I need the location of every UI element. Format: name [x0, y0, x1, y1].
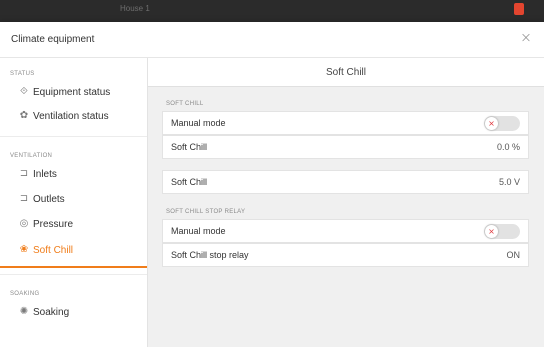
sidebar-item-soaking[interactable]: ✺ Soaking — [0, 302, 147, 326]
sidebar-section-soaking: SOAKING — [10, 291, 40, 297]
manual-mode-row: Manual mode × — [162, 111, 529, 135]
soaking-icon: ✺ — [19, 306, 29, 317]
sidebar-section-status: STATUS — [10, 71, 35, 77]
row-label: Manual mode — [171, 118, 226, 128]
sidebar-item-label: Pressure — [33, 219, 74, 230]
window-title: House 1 — [120, 4, 150, 13]
soft-chill-voltage-row: Soft Chill 5.0 V — [162, 170, 529, 194]
group-label-soft-chill: SOFT CHILL — [166, 101, 204, 107]
soft-chill-percent-row: Soft Chill 0.0 % — [162, 135, 529, 159]
dialog-title: Climate equipment — [11, 34, 95, 45]
equipment-icon: ⟐ — [20, 86, 28, 97]
sidebar-section-ventilation: VENTILATION — [10, 153, 53, 159]
dialog-header: Climate equipment × — [0, 22, 544, 58]
close-icon[interactable]: × — [518, 30, 534, 46]
sidebar-item-label: Soft Chill — [33, 245, 74, 256]
sidebar-item-label: Soaking — [33, 307, 70, 318]
sidebar-item-label: Equipment status — [33, 87, 111, 98]
row-label: Soft Chill stop relay — [171, 250, 249, 260]
sidebar-divider — [0, 274, 147, 275]
sidebar-item-equipment-status[interactable]: ⟐ Equipment status — [0, 82, 147, 106]
toggle-off-icon: × — [485, 117, 498, 130]
pressure-icon: ◎ — [19, 218, 29, 229]
sidebar-item-label: Inlets — [33, 169, 57, 180]
row-label: Soft Chill — [171, 142, 208, 152]
row-value: 0.0 % — [496, 142, 520, 152]
toggle-off-icon: × — [485, 225, 498, 238]
sidebar-item-inlets[interactable]: ⊐ Inlets — [0, 164, 147, 188]
ventilation-icon: ✿ — [19, 110, 29, 121]
sidebar-item-label: Outlets — [33, 194, 65, 205]
sidebar-item-label: Ventilation status — [33, 111, 109, 122]
group-label-soft-chill-stop-relay: SOFT CHILL STOP RELAY — [166, 209, 246, 215]
sidebar-item-pressure[interactable]: ◎ Pressure — [0, 214, 147, 238]
soft-chill-icon: ❀ — [19, 244, 29, 255]
outlet-icon: ⊐ — [19, 193, 29, 204]
window-close-button[interactable] — [514, 3, 524, 15]
row-value: ON — [506, 250, 521, 260]
relay-manual-mode-row: Manual mode × — [162, 219, 529, 243]
inlet-icon: ⊐ — [19, 168, 29, 179]
sidebar-divider — [0, 136, 147, 137]
row-label: Manual mode — [171, 226, 226, 236]
row-value: 5.0 V — [498, 177, 520, 187]
soft-chill-stop-relay-row: Soft Chill stop relay ON — [162, 243, 529, 267]
manual-mode-toggle[interactable]: × — [484, 116, 520, 131]
sidebar-item-outlets[interactable]: ⊐ Outlets — [0, 189, 147, 213]
sidebar-item-soft-chill[interactable]: ❀ Soft Chill — [0, 240, 147, 268]
row-label: Soft Chill — [171, 177, 208, 187]
sidebar-item-ventilation-status[interactable]: ✿ Ventilation status — [0, 106, 147, 130]
climate-equipment-dialog: Climate equipment × STATUS ⟐ Equipment s… — [0, 22, 544, 347]
sidebar: STATUS ⟐ Equipment status ✿ Ventilation … — [0, 58, 148, 347]
main-panel: Soft Chill SOFT CHILL Manual mode × Soft… — [148, 58, 544, 347]
window-titlebar: House 1 — [0, 0, 544, 22]
relay-manual-mode-toggle[interactable]: × — [484, 224, 520, 239]
page-title: Soft Chill — [148, 58, 544, 87]
